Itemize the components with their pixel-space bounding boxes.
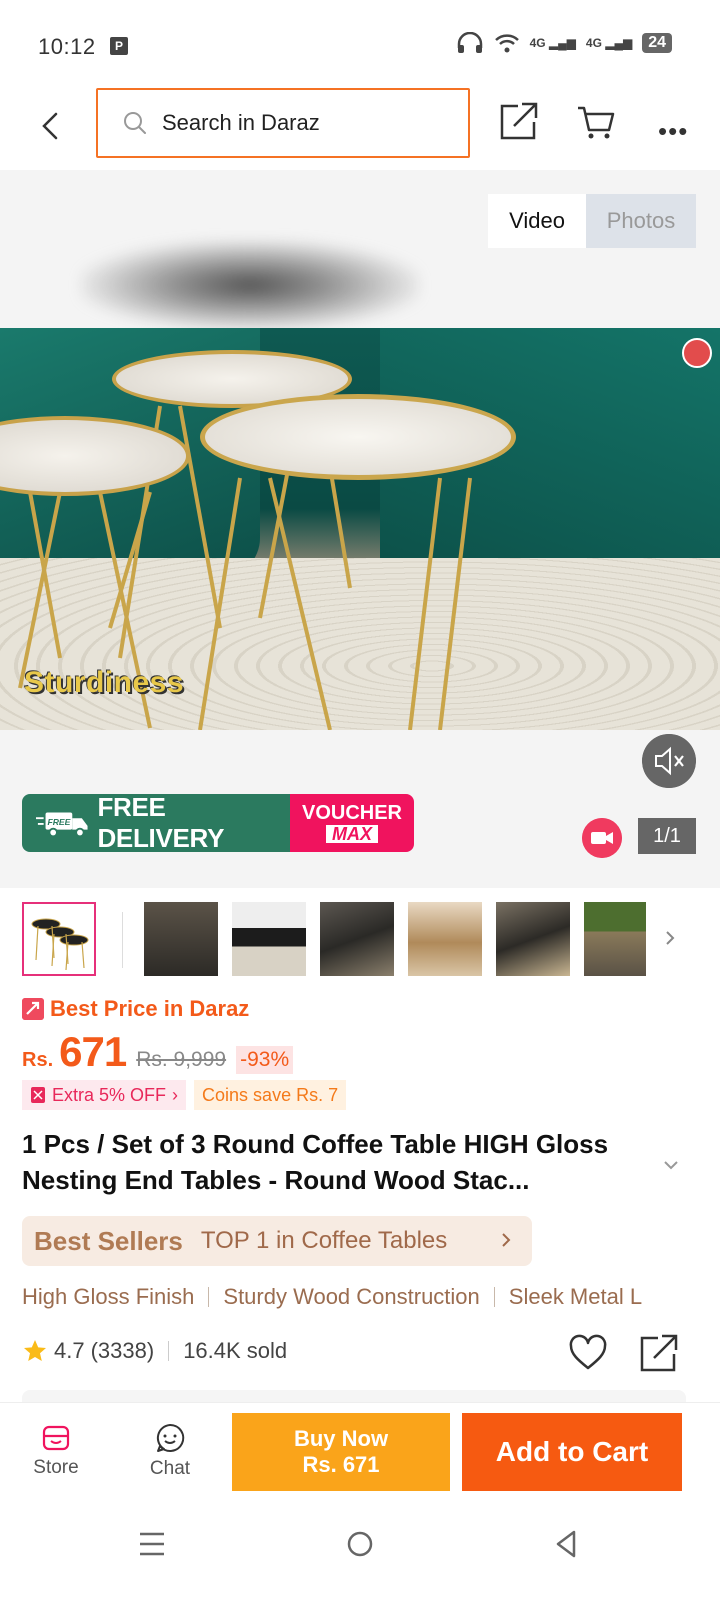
store-icon (42, 1425, 70, 1451)
free-delivery-voucher-banner[interactable]: FREE FREE DELIVERY VOUCHER MAX (22, 794, 414, 852)
home-icon[interactable] (338, 1522, 382, 1566)
chevron-down-icon[interactable] (660, 1154, 682, 1176)
back-icon[interactable] (30, 106, 70, 146)
store-label: Store (33, 1457, 79, 1478)
share-icon[interactable] (498, 100, 540, 142)
search-input[interactable]: Search in Daraz (96, 88, 470, 158)
voucher-icon (31, 1087, 45, 1103)
star-icon (24, 1340, 46, 1361)
chat-icon (156, 1423, 185, 1452)
delivery-truck-icon: FREE (36, 812, 88, 838)
next-section-edge (22, 1390, 686, 1402)
price-tag-icon (22, 998, 44, 1020)
thumbnail-item[interactable] (496, 902, 570, 976)
video-camera-icon[interactable] (582, 818, 622, 858)
tab-photos[interactable]: Photos (586, 194, 696, 248)
battery-indicator: 24 (642, 33, 672, 53)
chevron-right-icon[interactable] (658, 926, 682, 950)
divider (208, 1287, 210, 1307)
feature-tag: Sleek Metal L (508, 1284, 643, 1309)
chat-label: Chat (149, 1458, 191, 1479)
status-time: 10:12 (38, 34, 96, 59)
free-delivery: FREE FREE DELIVERY (22, 794, 290, 852)
voucher-max: VOUCHER MAX (290, 794, 414, 852)
blurred-background (80, 240, 420, 330)
thumbnail-divider (122, 912, 123, 968)
table-top (200, 394, 516, 480)
media-tabs: Video Photos (488, 194, 696, 248)
best-price-label: Best Price in Daraz (22, 996, 249, 1022)
back-nav-icon[interactable] (544, 1522, 588, 1566)
video-player[interactable]: Sturdiness (0, 328, 720, 730)
thumbnail-item[interactable] (584, 902, 646, 976)
current-price: 671 (59, 1028, 127, 1075)
header: Search in Daraz ••• (0, 88, 720, 170)
rating-value: 4.7 (54, 1338, 85, 1363)
feature-tags: High Gloss Finish Sturdy Wood Constructi… (22, 1284, 642, 1310)
tab-video[interactable]: Video (488, 194, 586, 248)
action-bar: Store Chat Buy Now Rs. 671 Add to Cart (0, 1402, 720, 1500)
status-icons: 4G ▂▄▆ 4G ▂▄▆ 24 (456, 32, 672, 54)
original-price: Rs. 9,999 (136, 1048, 227, 1071)
thumbnail-item[interactable] (320, 902, 394, 976)
best-sellers-rank: TOP 1 in Coffee Tables (200, 1227, 448, 1254)
divider (493, 1287, 495, 1307)
recent-apps-icon[interactable] (130, 1522, 174, 1566)
review-count: (3338) (90, 1338, 155, 1363)
coins-chip[interactable]: Coins save Rs. 7 (194, 1080, 347, 1110)
add-to-cart-button[interactable]: Add to Cart (462, 1413, 682, 1491)
best-sellers-logo: Best Sellers (34, 1225, 183, 1256)
video-caption: Sturdiness (24, 666, 185, 699)
thumbnail-strip (0, 900, 720, 980)
promo-chips: Extra 5% OFF › Coins save Rs. 7 (22, 1080, 347, 1110)
feature-tag: High Gloss Finish (22, 1284, 195, 1309)
parking-icon: P (110, 37, 128, 55)
signal-icon: 4G ▂▄▆ (529, 36, 576, 50)
headphones-icon (457, 32, 482, 53)
status-bar: 10:12 P 4G ▂▄▆ 4G ▂▄▆ 24 (0, 0, 720, 88)
recorder-logo (682, 338, 712, 368)
free-delivery-text: FREE DELIVERY (97, 794, 225, 852)
feature-tag: Sturdy Wood Construction (223, 1284, 480, 1309)
thumbnail-item[interactable] (144, 902, 218, 976)
chevron-right-icon (502, 1233, 511, 1247)
currency: Rs. (22, 1049, 54, 1071)
search-placeholder: Search in Daraz (162, 110, 320, 135)
thumbnail-item[interactable] (232, 902, 306, 976)
heart-icon[interactable] (568, 1334, 608, 1374)
media-counter: 1/1 (638, 818, 696, 854)
wifi-icon (494, 34, 519, 53)
product-media[interactable]: Video Photos Sturdiness FREE FREE DELIVE… (0, 170, 720, 888)
chevron-right-icon: › (172, 1084, 179, 1105)
product-title[interactable]: 1 Pcs / Set of 3 Round Coffee Table HIGH… (22, 1126, 662, 1198)
more-icon[interactable]: ••• (658, 116, 688, 147)
thumbnail-item[interactable] (22, 902, 96, 976)
buy-now-button[interactable]: Buy Now Rs. 671 (232, 1413, 450, 1491)
svg-text:FREE: FREE (47, 817, 70, 827)
system-nav-bar (0, 1500, 720, 1600)
store-button[interactable]: Store (6, 1411, 106, 1491)
mute-icon[interactable] (642, 734, 696, 788)
divider (168, 1341, 170, 1361)
cart-icon[interactable] (576, 102, 616, 142)
extra-off-chip[interactable]: Extra 5% OFF › (22, 1080, 187, 1110)
rating-row[interactable]: 4.7 (3338) 16.4K sold (22, 1338, 287, 1364)
search-icon (124, 112, 146, 134)
share-icon[interactable] (638, 1332, 680, 1374)
chat-button[interactable]: Chat (120, 1411, 220, 1491)
sold-count: 16.4K sold (183, 1338, 288, 1363)
signal-icon: 4G ▂▄▆ (585, 36, 633, 50)
discount-badge: -93% (236, 1046, 294, 1074)
price-row: Rs. 671 Rs. 9,999 -93% (22, 1028, 294, 1076)
best-sellers-banner[interactable]: Best Sellers TOP 1 in Coffee Tables (22, 1216, 532, 1266)
thumbnail-item[interactable] (408, 902, 482, 976)
